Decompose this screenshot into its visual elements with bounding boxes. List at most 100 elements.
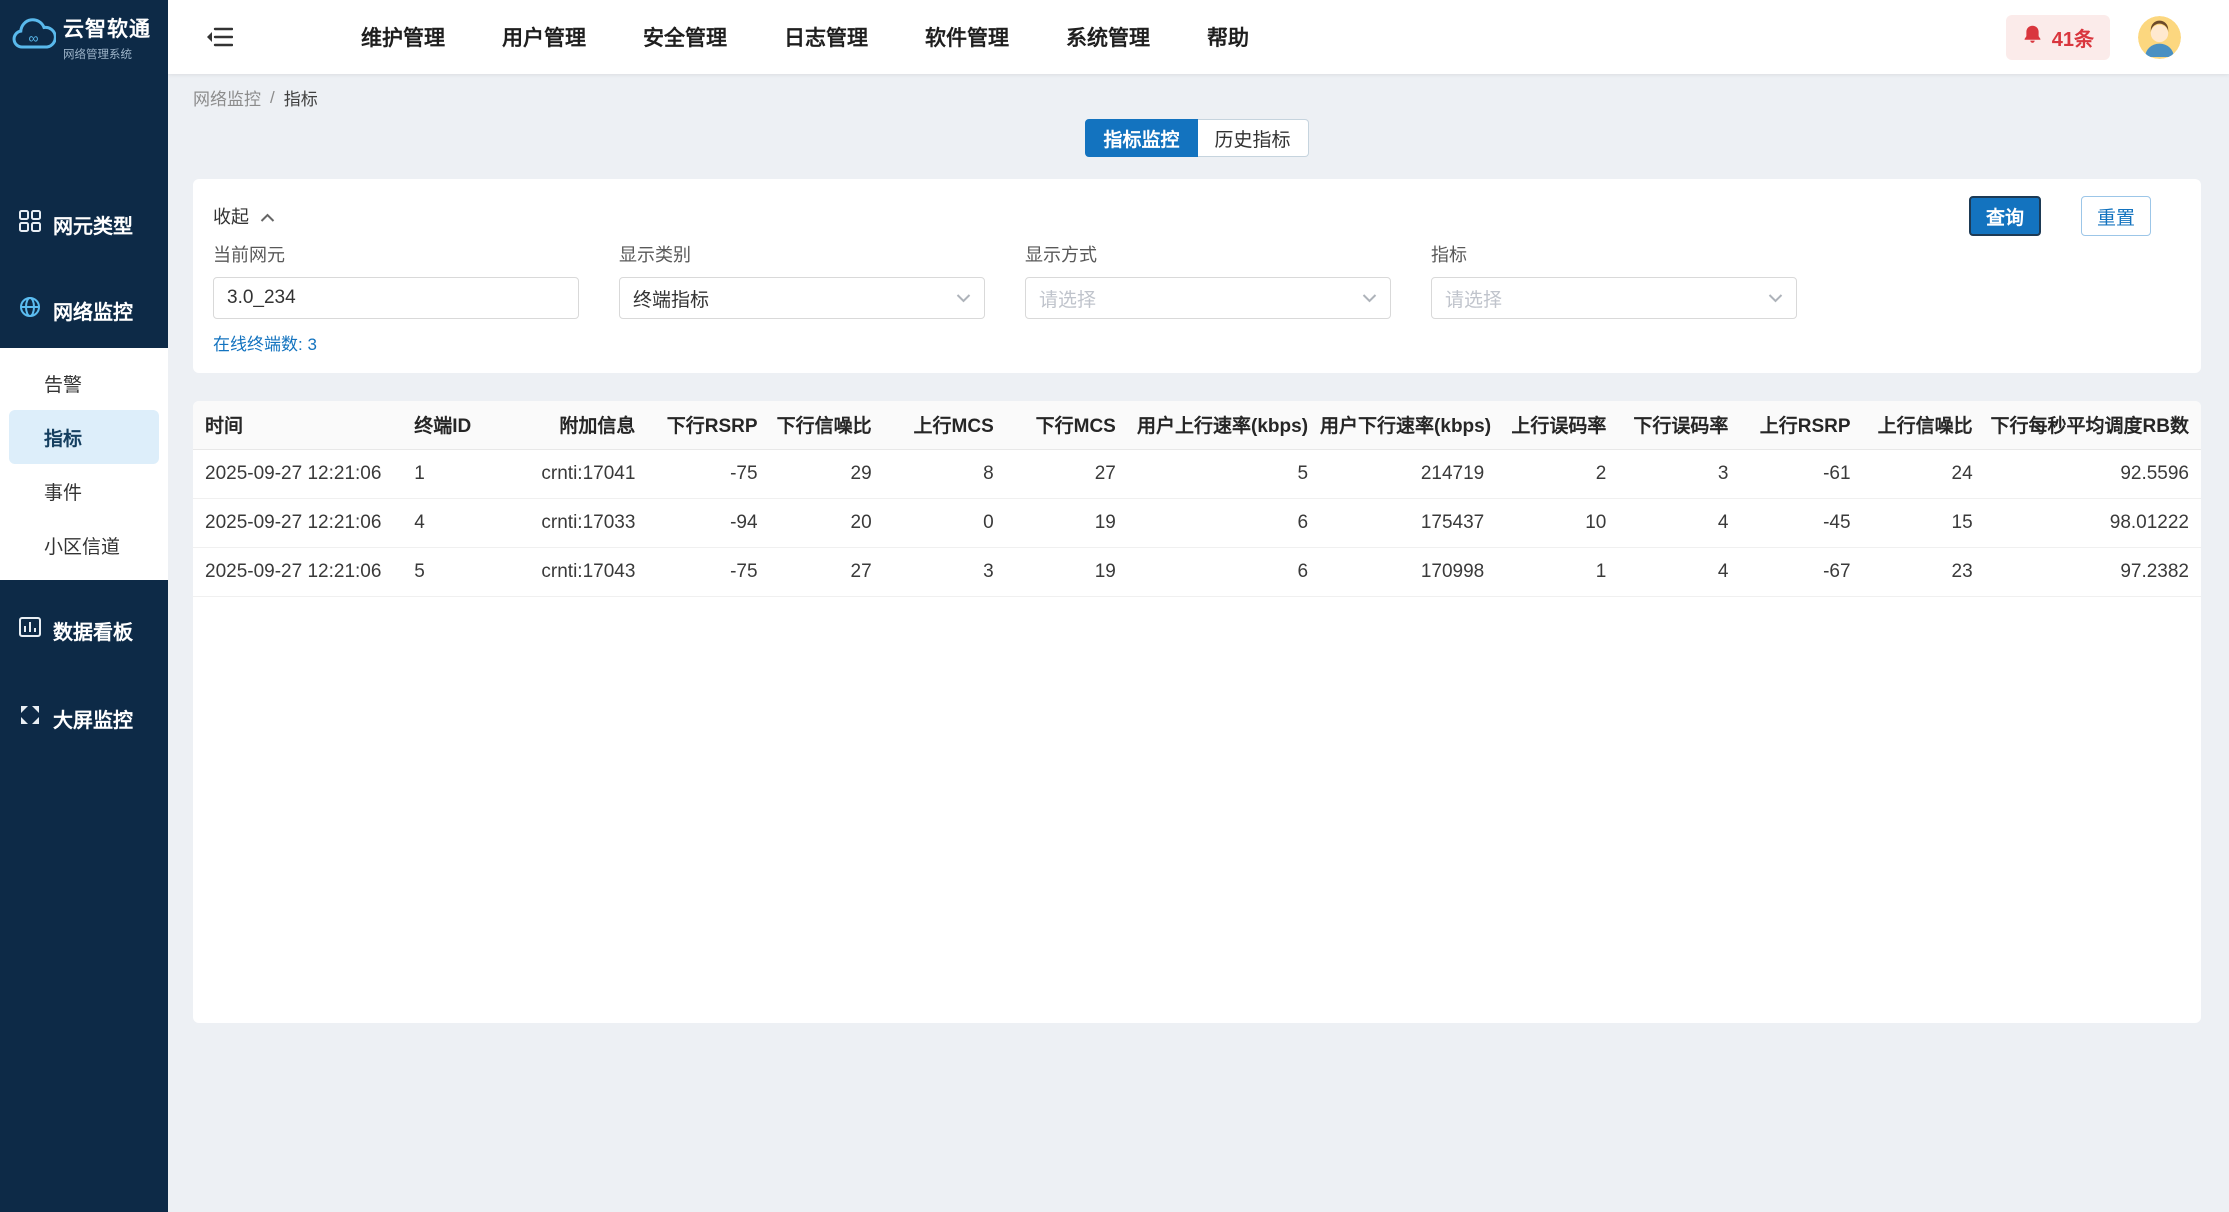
- sidebar-subitem[interactable]: 事件: [0, 464, 168, 518]
- field-metric: 指标 请选择: [1431, 241, 1797, 355]
- collapse-filters-toggle[interactable]: 收起: [213, 203, 275, 229]
- cell: -75: [647, 547, 770, 597]
- cell: 0: [883, 498, 1006, 548]
- cell: 92.5596: [1984, 449, 2201, 499]
- metric-select[interactable]: 请选择: [1431, 277, 1797, 319]
- cell: 1: [1496, 547, 1619, 597]
- table-row: 2025-09-27 12:21:06 4 crnti:17033 -94 20 0 19 6…: [193, 498, 2201, 548]
- grid-icon: [18, 209, 42, 239]
- display-category-select[interactable]: 终端指标: [619, 277, 985, 319]
- cell: 170998: [1320, 547, 1497, 597]
- topbar: 维护管理 用户管理 安全管理 日志管理 软件管理 系统管理 帮助 41条: [168, 0, 2229, 74]
- chevron-down-icon: [1768, 287, 1783, 309]
- cell: 5: [402, 547, 524, 597]
- current-network-element-input[interactable]: [213, 277, 579, 319]
- sidebar-subitem[interactable]: 指标: [9, 410, 159, 464]
- alarm-badge[interactable]: 41条: [2005, 14, 2110, 60]
- cell: 214719: [1320, 449, 1497, 499]
- cell: 24: [1862, 449, 1985, 499]
- field-current-network-element: 当前网元 在线终端数: 3: [213, 241, 579, 355]
- column-header: 下行RSRP: [647, 401, 770, 450]
- cell: 3: [883, 547, 1006, 597]
- cell: 98.01222: [1984, 498, 2201, 548]
- dashboard-chart-icon: [18, 615, 42, 645]
- topnav-item-4[interactable]: 日志管理: [784, 22, 868, 52]
- topnav-menu: 维护管理 用户管理 安全管理 日志管理 软件管理 系统管理 帮助: [361, 22, 1249, 52]
- query-button[interactable]: 查询: [1968, 196, 2041, 236]
- topnav-item-5[interactable]: 软件管理: [925, 22, 1009, 52]
- display-mode-select[interactable]: 请选择: [1025, 277, 1391, 319]
- sidebar-submenu: 告警 指标 事件 小区信道: [0, 348, 168, 580]
- cell: 19: [1005, 498, 1128, 548]
- chevron-up-icon: [260, 206, 275, 227]
- cell: 27: [769, 547, 884, 597]
- brand: ∞ 云智软通 网络管理系统: [0, 0, 168, 78]
- cell: crnti:17043: [523, 547, 648, 597]
- cell: 8: [883, 449, 1006, 499]
- sidebar-subitem[interactable]: 小区信道: [0, 518, 168, 572]
- tabs-row: 指标监控 历史指标: [193, 119, 2201, 157]
- alarm-bell-icon: [2022, 24, 2043, 50]
- column-header: 时间: [193, 401, 403, 450]
- tab-2[interactable]: 历史指标: [1197, 119, 1309, 157]
- column-header: 附加信息: [523, 401, 648, 450]
- brand-name: 云智软通: [63, 18, 151, 41]
- cell: -94: [647, 498, 770, 548]
- cell: 2025-09-27 12:21:06: [193, 547, 403, 597]
- column-header: 上行RSRP: [1740, 401, 1863, 450]
- sidebar: ∞ 云智软通 网络管理系统 网元类型 网络监控 告警 指标 事件 小区信道 数据看板: [0, 0, 168, 1212]
- sidebar-menu: 网元类型 网络监控 告警 指标 事件 小区信道 数据看板 大屏监控: [0, 196, 168, 746]
- cell: 15: [1862, 498, 1985, 548]
- tab-1[interactable]: 指标监控: [1085, 119, 1198, 157]
- breadcrumb-current: 指标: [283, 90, 318, 109]
- table-header-row: 时间 终端ID 附加信息 下行RSRP 下行信噪比 上行MCS 下行MCS 用户上行速率(kb…: [193, 401, 2201, 450]
- avatar[interactable]: [2138, 15, 2181, 59]
- sidebar-item-label: 数据看板: [53, 621, 133, 644]
- sidebar-subitem[interactable]: 告警: [0, 356, 168, 410]
- sidebar-item-label: 网元类型: [53, 215, 133, 238]
- chevron-down-icon: [956, 287, 971, 309]
- cell: 6: [1127, 498, 1321, 548]
- collapse-sidebar-icon[interactable]: [206, 26, 233, 48]
- sidebar-item-network-monitoring[interactable]: 网络监控: [0, 282, 168, 338]
- topnav-item-3[interactable]: 安全管理: [643, 22, 727, 52]
- tabs: 指标监控 历史指标: [1085, 119, 1309, 157]
- breadcrumb: 网络监控 / 指标: [193, 85, 2201, 110]
- cell: 2025-09-27 12:21:06: [193, 498, 403, 548]
- column-header: 下行每秒平均调度RB数: [1984, 401, 2201, 450]
- cell: 175437: [1320, 498, 1497, 548]
- collapse-filters-label: 收起: [213, 207, 249, 227]
- column-header: 上行误码率: [1496, 401, 1619, 450]
- cell: 2025-09-27 12:21:06: [193, 449, 403, 499]
- field-display-mode: 显示方式 请选择: [1025, 241, 1391, 355]
- sidebar-item-big-screen-monitoring[interactable]: 大屏监控: [0, 690, 168, 746]
- topbar-right: 41条: [2005, 14, 2181, 60]
- sidebar-item-data-dashboard[interactable]: 数据看板: [0, 602, 168, 658]
- topnav-item-7[interactable]: 帮助: [1207, 22, 1249, 52]
- cell: 19: [1005, 547, 1128, 597]
- cell: 5: [1127, 449, 1321, 499]
- expand-arrows-icon: [18, 703, 42, 733]
- column-header: 下行信噪比: [769, 401, 884, 450]
- reset-button[interactable]: 重置: [2080, 196, 2151, 236]
- breadcrumb-parent[interactable]: 网络监控: [193, 85, 261, 110]
- cell: 4: [1618, 547, 1741, 597]
- cell: 4: [402, 498, 524, 548]
- cell: -75: [647, 449, 770, 499]
- cell: 10: [1496, 498, 1619, 548]
- sidebar-item-network-element-type[interactable]: 网元类型: [0, 196, 168, 252]
- sidebar-item-label: 大屏监控: [53, 709, 133, 732]
- cell: 1: [402, 449, 524, 499]
- select-value: 终端指标: [633, 289, 710, 311]
- topnav-item-6[interactable]: 系统管理: [1066, 22, 1150, 52]
- select-placeholder: 请选择: [1445, 289, 1503, 311]
- column-header: 终端ID: [402, 401, 524, 450]
- cell: crnti:17041: [523, 449, 648, 499]
- topnav-item-1[interactable]: 维护管理: [361, 22, 445, 52]
- column-header: 下行误码率: [1618, 401, 1741, 450]
- cell: 4: [1618, 498, 1741, 548]
- topnav-item-2[interactable]: 用户管理: [502, 22, 586, 52]
- cell: 3: [1618, 449, 1741, 499]
- chevron-down-icon: [1362, 287, 1377, 309]
- alarm-count: 41条: [2051, 28, 2094, 51]
